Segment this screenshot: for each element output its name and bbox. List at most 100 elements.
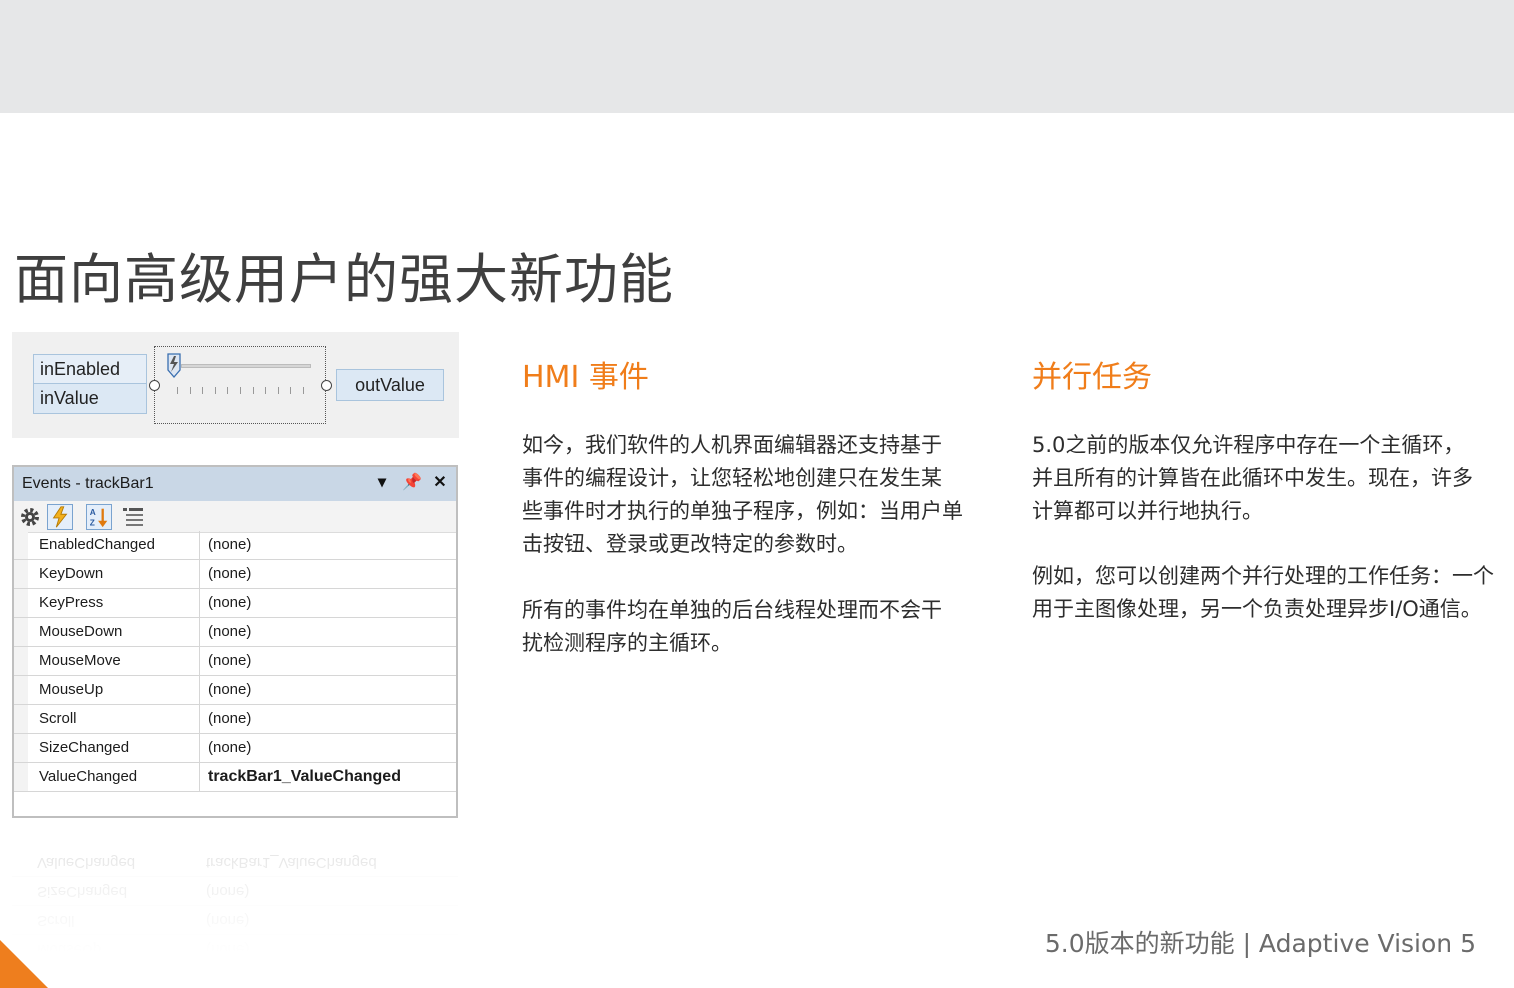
panel-titlebar: Events - trackBar1 ▾ 📌 ✕	[14, 467, 456, 501]
panel-title: Events - trackBar1	[22, 475, 154, 492]
slider-tick	[189, 387, 191, 394]
event-row[interactable]: ValueChanged trackBar1_ValueChanged	[14, 763, 456, 792]
row-gutter	[14, 531, 28, 559]
reflected-row: MouseUp (none)	[12, 935, 458, 964]
text-line: 计算都可以并行地执行。	[1032, 499, 1263, 523]
parallel-heading: 并行任务	[1032, 360, 1152, 395]
column-separator	[199, 531, 200, 559]
slider-tick	[303, 387, 304, 394]
event-row[interactable]: SizeChanged (none)	[14, 734, 456, 763]
event-row[interactable]: MouseDown (none)	[14, 618, 456, 647]
page-title: 面向高级用户的强大新功能	[14, 248, 674, 312]
row-gutter	[14, 589, 28, 617]
column-separator	[199, 734, 200, 762]
reflected-row: SizeChanged (none)	[12, 877, 458, 906]
slider-tick	[202, 387, 204, 394]
reflected-row: ValueChanged trackBar1_ValueChanged	[12, 848, 458, 877]
event-name: Scroll	[39, 710, 77, 727]
slider-tick	[240, 387, 241, 394]
text-line: 所有的事件均在单独的后台线程处理而不会干	[522, 598, 942, 622]
text-line: 例如，您可以创建两个并行处理的工作任务：一个	[1032, 564, 1494, 588]
row-gutter	[14, 705, 28, 733]
event-name: KeyDown	[39, 565, 104, 582]
event-row[interactable]: MouseMove (none)	[14, 647, 456, 676]
event-name: MouseUp	[39, 681, 104, 698]
event-name: MouseDown	[39, 623, 123, 640]
slider-tick	[177, 387, 178, 394]
panel-toolbar: A Z	[14, 501, 456, 533]
header-band	[0, 0, 1514, 113]
trackbar-node-preview: inEnabled inValue outValue	[12, 332, 459, 438]
svg-text:A: A	[90, 507, 96, 517]
corner-accent	[0, 940, 48, 988]
column-separator	[199, 705, 200, 733]
text-line: 5.0之前的版本仅允许程序中存在一个主循环，	[1032, 433, 1465, 457]
text-line: 扰检测程序的主循环。	[522, 631, 732, 655]
column-separator	[199, 589, 200, 617]
left-resize-handle[interactable]	[149, 380, 160, 391]
slider-tick	[265, 387, 267, 394]
event-row[interactable]: KeyDown (none)	[14, 560, 456, 589]
text-line: 事件的编程设计，让您轻松地创建只在发生某	[522, 466, 942, 490]
column-separator	[199, 763, 200, 791]
slider-tick	[290, 387, 292, 394]
event-handler-value[interactable]: (none)	[208, 623, 251, 640]
column-separator	[199, 560, 200, 588]
sort-alphabetical-icon[interactable]: A Z	[86, 504, 112, 530]
event-name: ValueChanged	[39, 768, 138, 785]
text-line: 击按钮、登录或更改特定的参数时。	[522, 532, 858, 556]
events-panel: Events - trackBar1 ▾ 📌 ✕ A Z EnabledChan…	[12, 465, 458, 818]
slider-tick	[227, 387, 229, 394]
event-handler-value[interactable]: (none)	[208, 565, 251, 582]
svg-text:Z: Z	[90, 517, 95, 527]
reflected-event-value: trackBar1_ValueChanged	[206, 854, 377, 871]
slider-track	[181, 364, 311, 368]
events-grid: EnabledChanged (none) KeyDown (none) KeyPres…	[14, 531, 456, 792]
event-handler-value[interactable]: (none)	[208, 710, 251, 727]
slider-tick	[214, 387, 216, 394]
parallel-paragraph-1: 5.0之前的版本仅允许程序中存在一个主循环， 并且所有的计算皆在此循环中发生。现…	[1032, 429, 1473, 528]
text-line: 用于主图像处理，另一个负责处理异步I/O通信。	[1032, 597, 1482, 621]
reflected-row: Scroll (none)	[12, 906, 458, 935]
reflected-event-value: (none)	[206, 883, 250, 900]
close-icon[interactable]: ✕	[430, 473, 450, 493]
text-line: 些事件时才执行的单独子程序，例如：当用户单	[522, 499, 963, 523]
reflected-event-value: (none)	[206, 912, 250, 929]
page-footer: 5.0版本的新功能 | Adaptive Vision 5	[1044, 929, 1476, 958]
event-row[interactable]: Scroll (none)	[14, 705, 456, 734]
event-handler-value[interactable]: (none)	[208, 652, 251, 669]
gear-icon[interactable]	[17, 504, 43, 530]
hmi-heading: HMI 事件	[522, 360, 649, 395]
event-handler-value[interactable]: (none)	[208, 536, 251, 553]
output-port-outvalue[interactable]: outValue	[336, 369, 444, 401]
reflection-fade	[12, 818, 458, 968]
parallel-paragraph-2: 例如，您可以创建两个并行处理的工作任务：一个 用于主图像处理，另一个负责处理异步…	[1032, 560, 1494, 626]
categorized-list-icon[interactable]	[120, 504, 146, 530]
event-row[interactable]: KeyPress (none)	[14, 589, 456, 618]
reflected-event-name: Scroll	[37, 912, 75, 929]
pin-icon[interactable]: 📌	[402, 473, 422, 493]
event-handler-value[interactable]: trackBar1_ValueChanged	[208, 768, 401, 786]
event-row[interactable]: MouseUp (none)	[14, 676, 456, 705]
row-gutter	[14, 763, 28, 791]
input-ports: inEnabled inValue	[33, 354, 147, 414]
event-handler-value[interactable]: (none)	[208, 594, 251, 611]
event-name: EnabledChanged	[39, 536, 155, 553]
input-port-invalue[interactable]: inValue	[34, 384, 146, 413]
lightning-icon[interactable]	[47, 504, 73, 530]
hmi-paragraph-1: 如今，我们软件的人机界面编辑器还支持基于 事件的编程设计，让您轻松地创建只在发生…	[522, 429, 963, 561]
column-separator	[199, 676, 200, 704]
dropdown-icon[interactable]: ▾	[372, 473, 392, 493]
row-gutter	[14, 560, 28, 588]
event-row[interactable]: EnabledChanged (none)	[14, 531, 456, 560]
event-handler-value[interactable]: (none)	[208, 681, 251, 698]
input-port-inenabled[interactable]: inEnabled	[34, 355, 146, 384]
trackbar-control[interactable]	[149, 346, 332, 424]
event-name: MouseMove	[39, 652, 121, 669]
right-resize-handle[interactable]	[321, 380, 332, 391]
row-gutter	[14, 734, 28, 762]
reflected-event-value: (none)	[206, 941, 250, 958]
column-separator	[199, 618, 200, 646]
event-handler-value[interactable]: (none)	[208, 739, 251, 756]
reflected-event-name: ValueChanged	[37, 854, 136, 871]
